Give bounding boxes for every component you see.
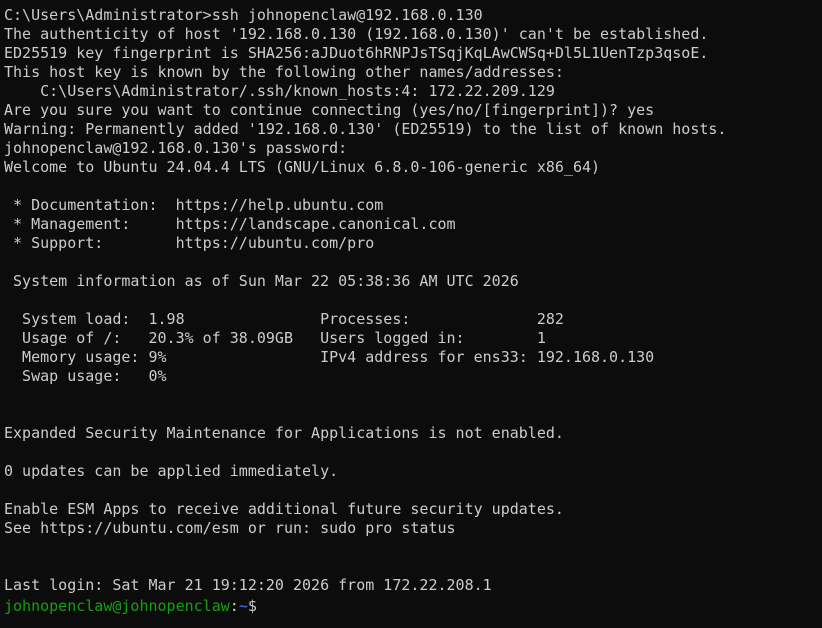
prompt-user-host: johnopenclaw@johnopenclaw [4,597,230,614]
output-line: C:\Users\Administrator>ssh johnopenclaw@… [4,6,483,24]
output-line: C:\Users\Administrator/.ssh/known_hosts:… [4,82,555,100]
output-line: Enable ESM Apps to receive additional fu… [4,500,564,518]
output-line: johnopenclaw@192.168.0.130's password: [4,139,348,157]
output-line: Welcome to Ubuntu 24.04.4 LTS (GNU/Linux… [4,158,601,176]
output-line: This host key is known by the following … [4,63,564,81]
output-line: The authenticity of host '192.168.0.130 … [4,25,709,43]
output-line: * Management: https://landscape.canonica… [4,215,456,233]
prompt-colon: : [229,597,239,614]
output-line: ED25519 key fingerprint is SHA256:aJDuot… [4,44,709,62]
shell-prompt[interactable]: johnopenclaw@johnopenclaw:~$ [4,595,822,614]
output-line: Warning: Permanently added '192.168.0.13… [4,120,727,138]
output-line: Usage of /: 20.3% of 38.09GB Users logge… [4,329,546,347]
terminal-window[interactable]: C:\Users\Administrator>ssh johnopenclaw@… [0,0,822,628]
output-line: System information as of Sun Mar 22 05:3… [4,272,519,290]
prompt-path: ~ [238,597,248,614]
output-line: Last login: Sat Mar 21 19:12:20 2026 fro… [4,576,492,594]
output-line: See https://ubuntu.com/esm or run: sudo … [4,519,456,537]
output-line: Are you sure you want to continue connec… [4,101,655,119]
output-line: * Documentation: https://help.ubuntu.com [4,196,384,214]
output-line: Swap usage: 0% [4,367,167,385]
output-line: System load: 1.98 Processes: 282 [4,310,564,328]
output-line: Expanded Security Maintenance for Applic… [4,424,564,442]
output-line: 0 updates can be applied immediately. [4,462,339,480]
terminal-output: C:\Users\Administrator>ssh johnopenclaw@… [4,6,822,595]
output-line: Memory usage: 9% IPv4 address for ens33:… [4,348,655,366]
prompt-symbol: $ [247,597,257,614]
output-line: * Support: https://ubuntu.com/pro [4,234,375,252]
